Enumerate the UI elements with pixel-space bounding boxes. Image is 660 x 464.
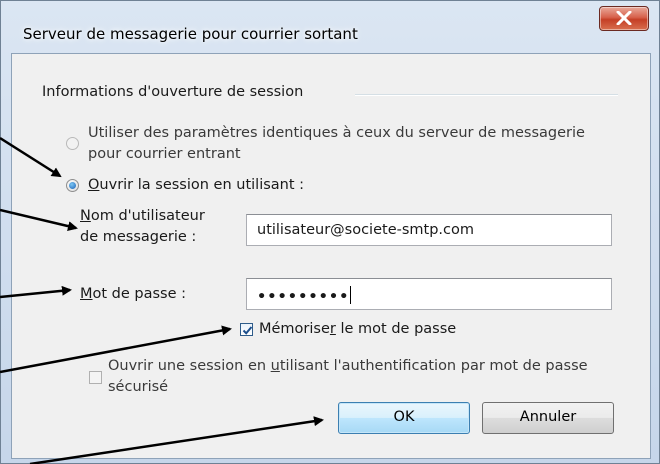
arrow-icon bbox=[0, 285, 72, 299]
arrow-icon bbox=[0, 208, 78, 232]
annotation-arrows bbox=[0, 136, 324, 464]
arrow-icon bbox=[0, 136, 62, 178]
arrow-icon bbox=[29, 416, 324, 464]
arrow-icon bbox=[0, 325, 232, 374]
